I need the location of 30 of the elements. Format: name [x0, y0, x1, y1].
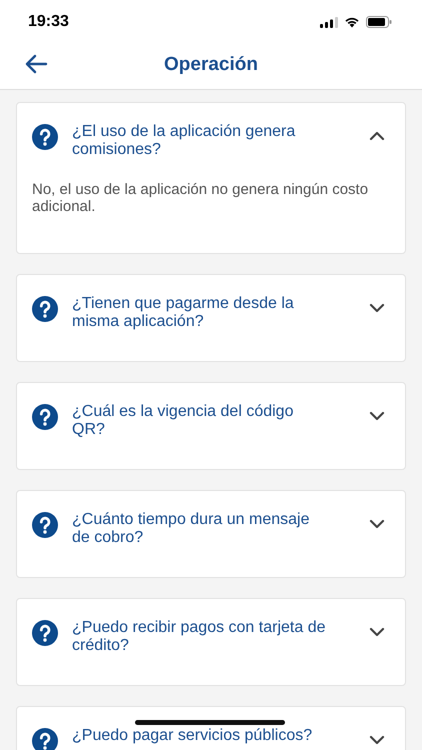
question-text: ¿Tienen que pagarme desde la misma aplicación? [72, 295, 295, 331]
question-icon [32, 620, 58, 646]
question-text: ¿Puedo pagar servicios públicos? [72, 727, 314, 745]
answer-text: No, el uso de la aplicación no genera ningún costo adicional. [32, 181, 370, 215]
faq-question[interactable]: ¿Tienen que pagarme desde la misma aplicación? [32, 295, 385, 331]
question-icon [32, 124, 58, 150]
faq-question[interactable]: ¿Cuál es la vigencia del código QR? [32, 403, 385, 439]
question-text: ¿El uso de la aplicación genera comisiones? [72, 123, 296, 159]
chevron-down-icon [369, 519, 385, 529]
faq-question[interactable]: ¿Cuánto tiempo dura un mensaje de cobro? [32, 511, 385, 547]
back-arrow-icon [24, 54, 48, 74]
chevron-down-icon [369, 735, 385, 745]
question-icon [32, 296, 58, 322]
question-icon [32, 404, 58, 430]
chevron-down-icon [369, 627, 385, 637]
screen-title: Operación [164, 54, 258, 76]
faq-question[interactable]: ¿Puedo recibir pagos con tarjeta de crédito? [32, 619, 385, 655]
battery-icon [366, 16, 392, 28]
question-icon [32, 512, 58, 538]
chevron-down-icon [369, 411, 385, 421]
chevron-up-icon [369, 131, 385, 141]
chevron-down-icon [369, 303, 385, 313]
faq-question[interactable]: ¿Puedo pagar servicios públicos? [32, 727, 385, 750]
signal-icon [320, 16, 338, 28]
status-time: 19:33 [28, 13, 69, 31]
question-text: ¿Puedo recibir pagos con tarjeta de crédito? [72, 619, 326, 655]
faq-question[interactable]: ¿El uso de la aplicación genera comisiones? [32, 123, 385, 159]
question-text: ¿Cuánto tiempo dura un mensaje de cobro? [72, 511, 310, 547]
wifi-icon [344, 16, 360, 28]
question-text: ¿Cuál es la vigencia del código QR? [72, 403, 294, 439]
